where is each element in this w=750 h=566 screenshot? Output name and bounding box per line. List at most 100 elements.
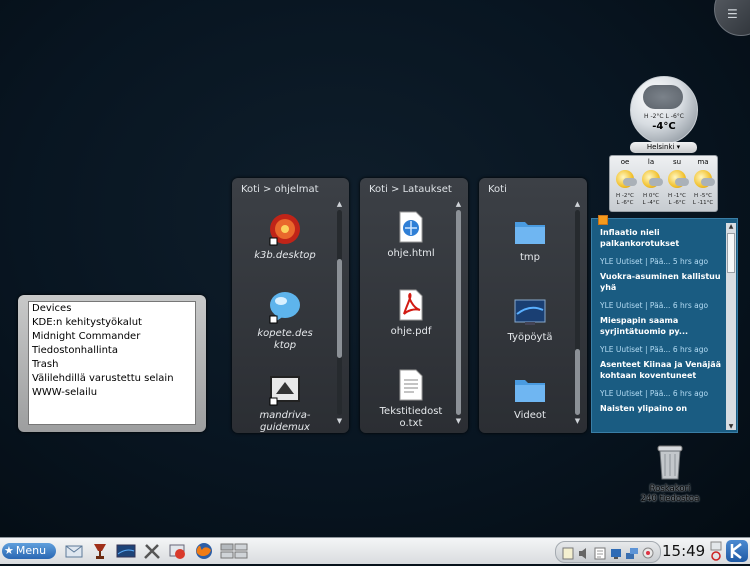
folder-view-title[interactable]: Koti > ohjelmat [241, 184, 319, 195]
forecast-hilo: H -1°C L -6°C [664, 193, 690, 207]
scroll-thumb[interactable] [727, 233, 735, 273]
clipboard-icon[interactable] [562, 545, 574, 560]
weather-city-selector[interactable]: Helsinki ▾ [630, 142, 697, 153]
list-item[interactable]: Midnight Commander [29, 330, 195, 344]
scroll-track[interactable] [456, 210, 461, 415]
notes-icon[interactable] [594, 545, 606, 560]
folder-view-title[interactable]: Koti > Lataukset [369, 184, 452, 195]
scroll-thumb[interactable] [575, 349, 580, 415]
trash-desktop-icon[interactable]: Roskakori 240 tiedostoa [628, 444, 712, 504]
forecast-hilo: H -2°C L -6°C [612, 193, 638, 207]
scroll-up-icon[interactable]: ▲ [454, 200, 463, 208]
scroll-down-icon[interactable]: ▼ [454, 417, 463, 425]
scroll-thumb[interactable] [456, 210, 461, 415]
cloud-icon [623, 178, 637, 186]
chalice-icon[interactable] [90, 542, 110, 560]
news-headline[interactable]: Asenteet Kiinaa ja Venäjää kohtaan koven… [600, 359, 724, 381]
taskbar: ★ Menu 15:49 [0, 537, 750, 564]
firefox-icon[interactable] [194, 542, 214, 560]
kde-apps-icon[interactable] [642, 545, 654, 559]
forecast-low: L -4°C [642, 200, 660, 206]
menu-button[interactable]: ★ Menu [2, 543, 56, 559]
weather-globe[interactable]: H -2°C L -6°C -4°C [630, 76, 698, 144]
list-item[interactable]: KDE:n kehitystyökalut [29, 316, 195, 330]
html-file-icon [394, 210, 428, 244]
clock[interactable]: 15:49 [662, 542, 705, 560]
news-scrollbar[interactable]: ▲ ▼ [726, 223, 736, 430]
folder-view-koti: Koti tmp Työpöytä Videot ▲ ▼ [479, 178, 587, 433]
pdf-file-icon [394, 288, 428, 322]
file-item[interactable]: Tekstitiedosto.txt [374, 368, 448, 430]
scroll-down-icon[interactable]: ▼ [335, 417, 344, 425]
desktop-icon[interactable] [116, 542, 136, 560]
file-item[interactable]: kopete.desktop [248, 290, 322, 352]
file-item[interactable]: ohje.html [374, 210, 448, 260]
scroll-down-icon[interactable]: ▼ [573, 417, 582, 425]
news-meta: YLE Uutiset | Pää... 6 hrs ago [600, 345, 709, 354]
scroll-up-icon[interactable]: ▲ [573, 200, 582, 208]
file-item[interactable]: k3b.desktop [248, 212, 322, 262]
news-meta: YLE Uutiset | Pää... 6 hrs ago [600, 301, 709, 310]
news-item[interactable]: Vuokra-asuminen kallistuu yhä YLE Uutiset… [592, 267, 724, 311]
file-label: k3b.desktop [254, 250, 316, 261]
news-headline[interactable]: Inflaatio nieli palkankorotukset [600, 227, 724, 249]
devices-widget: Devices KDE:n kehitystyökalut Midnight C… [18, 295, 206, 432]
trash-count: 240 tiedostoa [640, 494, 700, 504]
list-item[interactable]: Trash [29, 358, 195, 372]
scrollbar[interactable]: ▲ ▼ [335, 200, 344, 425]
news-item[interactable]: Inflaatio nieli palkankorotukset YLE Uuti… [592, 223, 724, 267]
volume-icon[interactable] [578, 545, 590, 559]
file-label: mandriva-guidemux [259, 410, 311, 433]
file-item[interactable]: Videot [493, 372, 567, 422]
forecast-day: su [672, 158, 682, 166]
news-headline[interactable]: Vuokra-asuminen kallistuu yhä [600, 271, 724, 293]
file-item[interactable]: tmp [493, 214, 567, 264]
scroll-thumb[interactable] [337, 259, 342, 358]
scrollbar[interactable]: ▲ ▼ [454, 200, 463, 425]
scroll-track[interactable] [575, 210, 580, 415]
kde-logo-icon[interactable] [726, 540, 748, 562]
news-item[interactable]: Miespapin saama syrjintätuomio py... YLE … [592, 311, 724, 355]
file-item[interactable]: Työpöytä [493, 294, 567, 344]
star-icon: ★ [4, 544, 14, 557]
mandriva-icon [268, 372, 302, 406]
file-item[interactable]: mandriva-guidemux [248, 372, 322, 434]
folder-view-title[interactable]: Koti [488, 184, 507, 195]
scroll-down-icon[interactable]: ▼ [726, 423, 736, 430]
list-item[interactable]: Devices [29, 302, 195, 316]
cloud-icon [643, 85, 683, 109]
scroll-up-icon[interactable]: ▲ [726, 223, 736, 230]
list-item[interactable]: WWW-selailu [29, 386, 195, 400]
folder-view-lataukset: Koti > Lataukset ohje.html ohje.pdf Teks… [360, 178, 468, 433]
scroll-up-icon[interactable]: ▲ [335, 200, 344, 208]
list-item[interactable]: Tiedostonhallinta [29, 344, 195, 358]
scroll-track[interactable] [337, 210, 342, 415]
news-headline[interactable]: Naisten ylipaino on [600, 403, 724, 414]
pager-icon[interactable] [220, 542, 250, 560]
scrollbar[interactable]: ▲ ▼ [573, 200, 582, 425]
mail-icon[interactable] [64, 542, 84, 560]
text-file-icon [394, 368, 428, 402]
file-label: kopete.desktop [257, 328, 313, 351]
file-label: Videot [514, 410, 546, 421]
forecast-high: H -1°C [668, 193, 686, 199]
news-item[interactable]: Asenteet Kiinaa ja Venäjää kohtaan koven… [592, 355, 724, 399]
news-headline[interactable]: Miespapin saama syrjintätuomio py... [600, 315, 724, 337]
forecast-day: ma [697, 158, 709, 166]
folder-icon [513, 214, 547, 248]
display-icon[interactable] [610, 545, 622, 559]
network-icon[interactable] [626, 545, 638, 559]
desktop-toolbox-button[interactable]: ☰ [714, 0, 750, 36]
desktop-folder-icon [513, 294, 547, 328]
folder-icon [513, 372, 547, 406]
session-icons[interactable] [710, 541, 722, 561]
toolbox-icon: ☰ [727, 7, 738, 21]
news-widget: Inflaatio nieli palkankorotukset YLE Uuti… [591, 215, 738, 433]
file-item[interactable]: ohje.pdf [374, 288, 448, 338]
file-label: ohje.html [387, 248, 435, 259]
news-item[interactable]: Naisten ylipaino on [592, 399, 724, 414]
tools-icon[interactable] [142, 542, 162, 560]
list-item[interactable]: Välilehdillä varustettu selain [29, 372, 195, 386]
news-meta: YLE Uutiset | Pää... 5 hrs ago [600, 257, 709, 266]
system-monitor-icon[interactable] [168, 542, 188, 560]
